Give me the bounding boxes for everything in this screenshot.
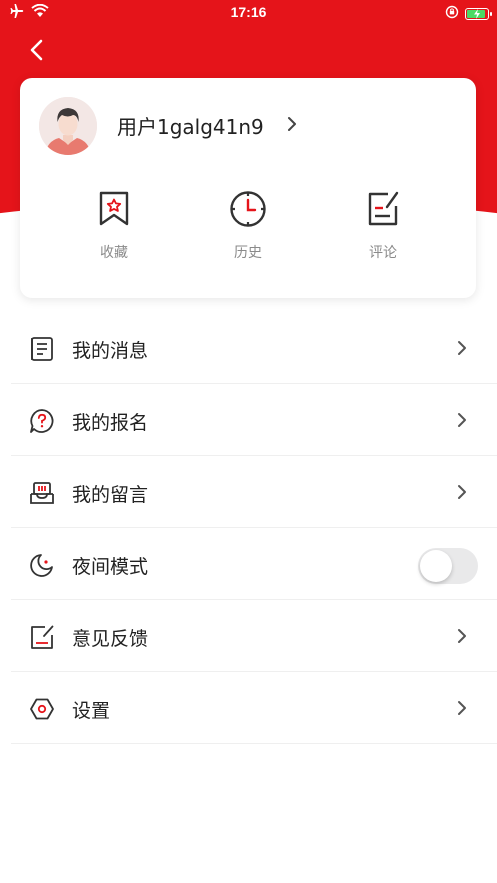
menu-item-comments[interactable]: 我的留言: [11, 456, 497, 528]
status-time: 17:16: [230, 4, 267, 20]
menu-label-messages: 我的消息: [72, 340, 149, 362]
moon-icon: [29, 552, 55, 578]
chevron-right-icon: [457, 628, 467, 648]
document-list-icon: [29, 336, 55, 362]
chevron-right-icon: [457, 340, 467, 360]
menu-list: 我的消息 我的报名 我的留言 夜间模式 意见反馈 设置: [11, 312, 497, 744]
bookmark-star-icon: [69, 190, 159, 228]
quick-actions: 收藏 历史 评论: [20, 190, 476, 270]
menu-item-night-mode: 夜间模式: [11, 528, 497, 600]
menu-label-registrations: 我的报名: [72, 412, 149, 434]
hexagon-settings-icon: [29, 696, 55, 722]
menu-item-feedback[interactable]: 意见反馈: [11, 600, 497, 672]
menu-label-night-mode: 夜间模式: [72, 556, 149, 578]
menu-label-feedback: 意见反馈: [72, 628, 149, 650]
status-bar: 17:16: [0, 0, 497, 26]
message-tray-icon: [29, 480, 55, 506]
chevron-left-icon: [24, 39, 52, 68]
chevron-right-icon: [457, 412, 467, 432]
history-label: 历史: [234, 245, 262, 261]
edit-note-icon: [338, 190, 428, 228]
comments-button[interactable]: 评论: [338, 190, 428, 262]
menu-item-settings[interactable]: 设置: [11, 672, 497, 744]
chevron-right-icon: [457, 700, 467, 720]
battery-charging-icon: [465, 8, 492, 20]
username-label[interactable]: 用户1galg41n9: [117, 111, 264, 140]
favorites-label: 收藏: [100, 245, 128, 261]
profile-card: 用户1galg41n9 收藏 历史 评论: [20, 78, 476, 298]
menu-item-registrations[interactable]: 我的报名: [11, 384, 497, 456]
chevron-right-icon[interactable]: [286, 116, 298, 136]
orientation-lock-icon: [445, 5, 459, 23]
history-button[interactable]: 历史: [203, 190, 293, 262]
clock-icon: [203, 190, 293, 228]
back-button[interactable]: [24, 36, 52, 64]
chevron-right-icon: [457, 484, 467, 504]
menu-label-comments: 我的留言: [72, 484, 149, 506]
favorites-button[interactable]: 收藏: [69, 190, 159, 262]
status-right-icons: [445, 5, 492, 23]
menu-label-settings: 设置: [72, 700, 111, 722]
feedback-edit-icon: [29, 624, 55, 650]
night-mode-toggle[interactable]: [418, 548, 478, 584]
question-bubble-icon: [29, 408, 55, 434]
menu-item-messages[interactable]: 我的消息: [11, 312, 497, 384]
user-avatar[interactable]: [39, 97, 97, 155]
comments-label: 评论: [369, 245, 397, 261]
toggle-knob: [420, 550, 452, 582]
